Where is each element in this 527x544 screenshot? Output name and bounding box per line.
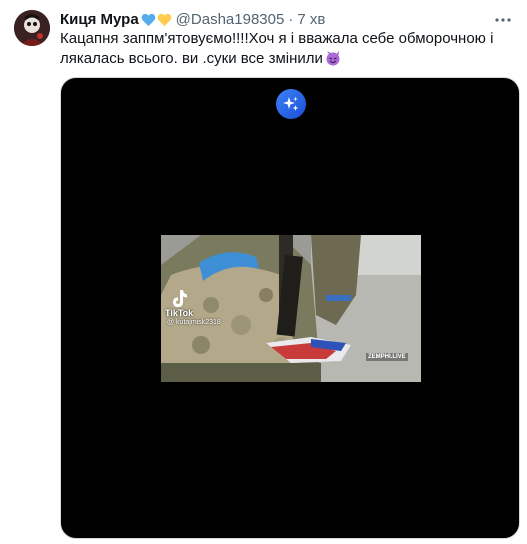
video-player[interactable]: TikTok @ kutajmisk2318 ZEMPHI.LIVE	[161, 235, 421, 382]
avatar[interactable]	[14, 10, 50, 46]
tweet[interactable]: Киця Мура @Dasha198305 · 7 хв Кацапня за…	[0, 0, 527, 544]
more-horizontal-icon[interactable]	[493, 10, 513, 30]
name-emoji-group	[140, 13, 172, 27]
tweet-text-content: Кацапня заппм'ятовуємо!!!!Хоч я і вважал…	[60, 30, 494, 67]
author-handle[interactable]: @Dasha198305	[176, 10, 285, 30]
author-name[interactable]: Киця Мура	[60, 10, 139, 30]
yellow-heart-icon	[157, 13, 171, 27]
separator-dot: ·	[288, 11, 294, 28]
watermark-username: @ kutajmisk2318	[167, 319, 221, 326]
tweet-timestamp[interactable]: 7 хв	[297, 10, 325, 30]
media-container[interactable]: TikTok @ kutajmisk2318 ZEMPHI.LIVE	[60, 77, 520, 539]
video-overlay-badge: ZEMPHI.LIVE	[366, 353, 408, 361]
tweet-header: Киця Мура @Dasha198305 · 7 хв	[60, 10, 325, 30]
tiktok-logo-icon	[173, 290, 187, 307]
sparkles-icon[interactable]	[276, 89, 306, 119]
watermark-brand: TikTok	[165, 308, 194, 318]
tweet-text: Кацапня заппм'ятовуємо!!!!Хоч я і вважал…	[60, 29, 515, 69]
smiling-imp-emoji-icon	[326, 51, 340, 66]
blue-heart-icon	[141, 13, 155, 27]
